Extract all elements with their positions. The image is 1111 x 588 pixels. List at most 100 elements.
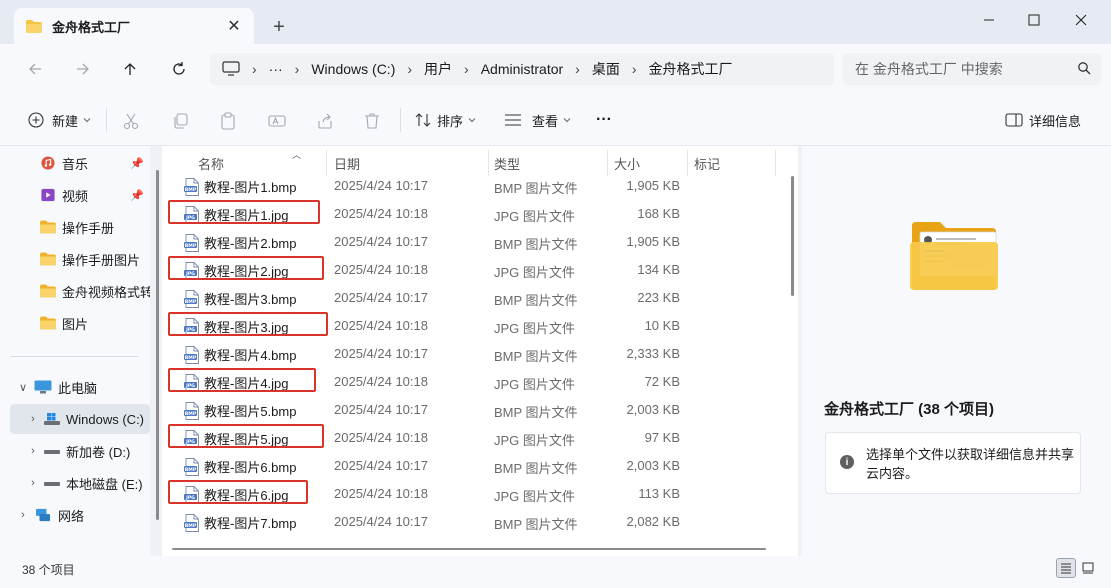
breadcrumb-drive[interactable]: Windows (C:) [311,61,395,77]
file-size: 97 KB [644,430,680,445]
new-button[interactable]: 新建 [28,106,92,134]
highlight-annotation-box [168,480,308,504]
file-ext-badge: BMP [185,522,197,528]
sidebar-item-label: Windows (C:) [66,411,145,427]
sidebar-item-drive-d[interactable]: › 新加卷 (D:) [10,436,150,466]
file-name-cell: BMP 教程-图片3.bmp [184,289,296,308]
chevron-right-icon[interactable]: › [26,413,40,425]
highlight-annotation-box [168,312,328,336]
arrow-left-icon [29,63,41,75]
file-date: 2025/4/24 10:18 [334,486,428,501]
file-type: BMP 图片文件 [494,293,578,308]
breadcrumb-users[interactable]: 用户 [424,59,452,79]
sidebar-item-label: 操作手册图片 [62,252,141,268]
bmp-file-icon: BMP [184,401,199,420]
sort-button[interactable]: 排序 [415,106,477,134]
back-button[interactable] [20,55,50,83]
sidebar-scrollbar[interactable] [156,170,159,520]
chevron-right-icon[interactable]: › [16,509,30,521]
bmp-file-icon: BMP [184,289,199,308]
cut-button[interactable] [119,109,143,133]
breadcrumb-more[interactable]: ··· [269,61,283,77]
view-button[interactable]: 查看 [504,106,572,134]
file-date: 2025/4/24 10:17 [334,234,428,249]
sidebar-item-label: 音乐 [62,156,89,172]
table-row[interactable]: BMP 教程-图片7.bmp 2025/4/24 10:17 BMP 图片文件 2,08… [162,508,792,536]
up-button[interactable] [115,55,145,83]
bmp-file-icon: BMP [184,177,199,196]
table-row[interactable]: JPG 教程-图片5.jpg 2025/4/24 10:18 JPG 图片文件 97 K… [162,424,792,452]
details-pane-button[interactable]: 详细信息 [1005,106,1081,134]
breadcrumb-administrator[interactable]: Administrator [481,61,563,77]
new-label: 新建 [52,113,79,129]
file-list-vertical-scrollbar[interactable] [791,176,794,296]
network-icon [36,508,50,522]
file-type: BMP 图片文件 [494,237,578,252]
table-row[interactable]: JPG 教程-图片3.jpg 2025/4/24 10:18 JPG 图片文件 10 K… [162,312,792,340]
sidebar-item-drive-c[interactable]: › Windows (C:) [10,404,150,434]
details-title: 金舟格式工厂 (38 个项目) [824,401,995,418]
chevron-right-icon[interactable]: › [26,477,40,489]
file-name: 教程-图片7.bmp [204,516,297,531]
file-size: 223 KB [637,290,680,305]
sidebar-item-folder[interactable]: 操作手册图片 [10,244,150,274]
highlight-annotation-box [168,424,324,448]
details-view-button[interactable] [1056,558,1076,578]
table-row[interactable]: JPG 教程-图片2.jpg 2025/4/24 10:18 JPG 图片文件 134 … [162,256,792,284]
delete-button[interactable] [360,109,384,133]
table-row[interactable]: JPG 教程-图片1.jpg 2025/4/24 10:18 JPG 图片文件 168 … [162,200,792,228]
status-bar: 38 个项目 [0,556,1111,588]
refresh-button[interactable] [164,55,194,83]
tab-close-icon[interactable]: ✕ [220,12,248,40]
share-button[interactable] [313,109,337,133]
table-row[interactable]: BMP 教程-图片2.bmp 2025/4/24 10:17 BMP 图片文件 1,90… [162,228,792,256]
tiles-view-button[interactable] [1078,558,1098,578]
breadcrumb-current-folder[interactable]: 金舟格式工厂 [649,59,733,79]
rename-button[interactable] [265,109,289,133]
address-bar[interactable]: › ··· › Windows (C:) › 用户 › Administrato… [210,53,834,85]
table-row[interactable]: BMP 教程-图片3.bmp 2025/4/24 10:17 BMP 图片文件 223 … [162,284,792,312]
maximize-button[interactable] [1011,4,1057,36]
file-list-horizontal-scrollbar[interactable] [172,548,766,550]
close-button[interactable] [1058,4,1104,36]
table-row[interactable]: JPG 教程-图片6.jpg 2025/4/24 10:18 JPG 图片文件 113 … [162,480,792,508]
forward-button[interactable] [68,55,98,83]
table-row[interactable]: JPG 教程-图片4.jpg 2025/4/24 10:18 JPG 图片文件 72 K… [162,368,792,396]
breadcrumb-desktop[interactable]: 桌面 [592,59,620,79]
more-options-button[interactable]: ··· [596,106,612,134]
table-row[interactable]: BMP 教程-图片5.bmp 2025/4/24 10:17 BMP 图片文件 2,00… [162,396,792,424]
sidebar-item-videos[interactable]: 视频 📌 [10,180,150,210]
table-row[interactable]: BMP 教程-图片1.bmp 2025/4/24 10:17 BMP 图片文件 1,90… [162,172,792,200]
search-input[interactable]: 在 金舟格式工厂 中搜索 [843,53,1101,85]
minimize-button[interactable] [966,4,1012,36]
sidebar-item-network[interactable]: › 网络 [10,500,150,530]
tab-active[interactable]: 金舟格式工厂 ✕ [14,8,254,44]
file-type: JPG 图片文件 [494,209,575,224]
sidebar-item-this-pc[interactable]: ∨ 此电脑 [10,372,150,402]
sidebar-item-folder[interactable]: 操作手册 [10,212,150,242]
bmp-file-icon: BMP [184,457,199,476]
file-type: JPG 图片文件 [494,489,575,504]
details-pane-icon [1005,113,1023,127]
sidebar-item-music[interactable]: 音乐 📌 [10,148,150,178]
chevron-right-icon[interactable]: › [26,445,40,457]
file-date: 2025/4/24 10:17 [334,178,428,193]
sidebar-item-drive-e[interactable]: › 本地磁盘 (E:) [10,468,150,498]
file-name: 教程-图片6.bmp [204,460,297,475]
file-size: 2,082 KB [626,514,681,529]
file-name: 教程-图片4.bmp [204,348,297,363]
arrow-up-icon [124,63,136,75]
file-date: 2025/4/24 10:18 [334,206,428,221]
paste-button[interactable] [216,109,240,133]
sidebar-item-pictures[interactable]: 图片 [10,308,150,338]
sort-ascending-icon: ︿ [292,150,302,160]
highlight-annotation-box [168,368,316,392]
copy-button[interactable] [169,109,193,133]
folder-icon [26,19,42,33]
chevron-down-icon[interactable]: ∨ [16,381,30,394]
table-row[interactable]: BMP 教程-图片4.bmp 2025/4/24 10:17 BMP 图片文件 2,33… [162,340,792,368]
new-tab-button[interactable]: + [266,14,292,40]
sidebar-item-folder[interactable]: 金舟视频格式转 [10,276,150,306]
table-row[interactable]: BMP 教程-图片6.bmp 2025/4/24 10:17 BMP 图片文件 2,00… [162,452,792,480]
file-date: 2025/4/24 10:18 [334,374,428,389]
